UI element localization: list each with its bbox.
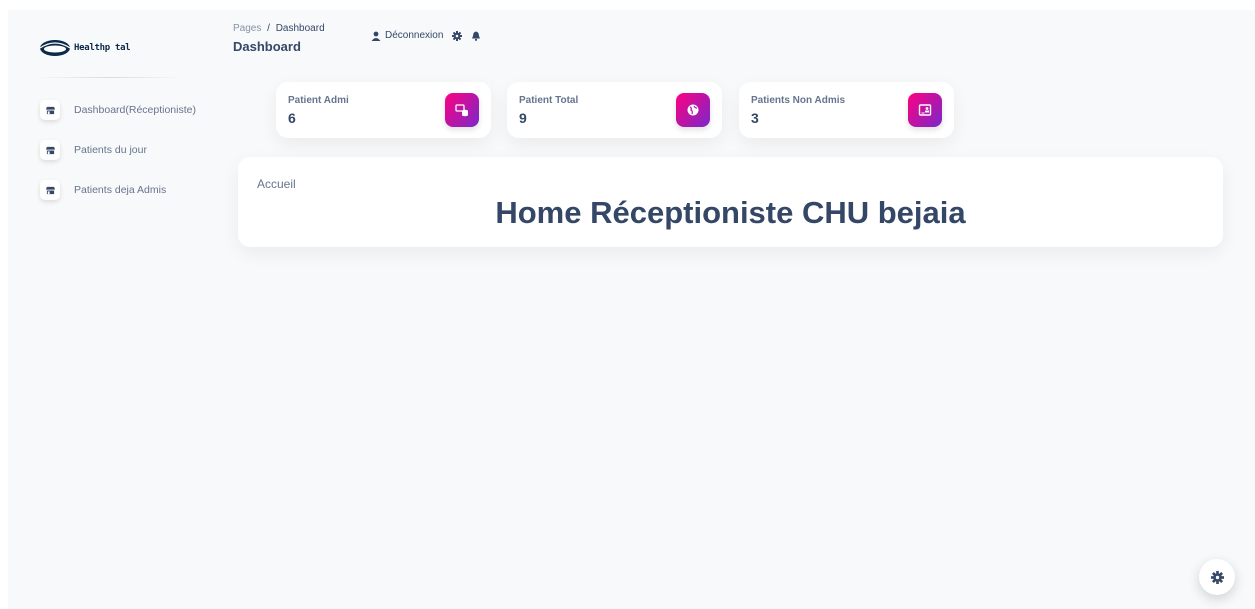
sidebar-item-patients-du-jour[interactable]: Patients du jour xyxy=(40,138,196,162)
sidebar-item-label: Dashboard(Réceptioniste) xyxy=(74,104,196,116)
contact-card-icon xyxy=(908,93,942,127)
stat-card-patient-admi: Patient Admi 6 xyxy=(276,82,491,138)
logout-link[interactable]: Déconnexion xyxy=(371,30,443,41)
app-container: Healthp tal Dashboard(Réceptioniste) Pat… xyxy=(8,10,1255,609)
globe-icon xyxy=(676,93,710,127)
logout-label: Déconnexion xyxy=(385,30,444,41)
shop-icon xyxy=(40,100,60,120)
home-panel: Accueil Home Réceptioniste CHU bejaia xyxy=(238,157,1223,247)
brand-name: Healthp tal xyxy=(74,43,131,53)
sidebar-item-label: Patients du jour xyxy=(74,144,147,156)
sidebar-item-dashboard[interactable]: Dashboard(Réceptioniste) xyxy=(40,98,196,122)
shop-icon xyxy=(40,180,60,200)
user-icon xyxy=(371,31,381,41)
breadcrumb-separator: / xyxy=(267,23,270,34)
sidebar-item-patients-deja-admis[interactable]: Patients deja Admis xyxy=(40,178,196,202)
floating-settings-button[interactable] xyxy=(1199,559,1235,595)
brand[interactable]: Healthp tal xyxy=(38,38,131,58)
shop-icon xyxy=(40,140,60,160)
stat-card-value: 6 xyxy=(288,110,296,126)
breadcrumb-pages-link[interactable]: Pages xyxy=(233,23,261,34)
gear-icon xyxy=(1210,570,1224,584)
stat-card-patient-total: Patient Total 9 xyxy=(507,82,722,138)
settings-button[interactable] xyxy=(452,30,463,41)
stat-card-label: Patients Non Admis xyxy=(751,95,846,106)
sidebar-nav: Dashboard(Réceptioniste) Patients du jou… xyxy=(40,98,196,218)
bell-icon xyxy=(472,31,481,41)
sidebar-divider xyxy=(34,77,184,78)
gear-icon xyxy=(452,30,463,41)
database-icon xyxy=(445,93,479,127)
brand-logo-icon xyxy=(39,40,71,56)
stat-card-label: Patient Total xyxy=(519,95,579,106)
sidebar: Healthp tal Dashboard(Réceptioniste) Pat… xyxy=(8,10,230,609)
sidebar-item-label: Patients deja Admis xyxy=(74,184,167,196)
breadcrumb: Pages / Dashboard xyxy=(233,23,325,34)
panel-label: Accueil xyxy=(257,177,296,191)
stat-card-value: 9 xyxy=(519,110,527,126)
panel-heading: Home Réceptioniste CHU bejaia xyxy=(495,195,966,230)
stat-card-patients-non-admis: Patients Non Admis 3 xyxy=(739,82,954,138)
page-title: Dashboard xyxy=(233,39,301,54)
stat-card-value: 3 xyxy=(751,110,759,126)
breadcrumb-current: Dashboard xyxy=(275,23,325,34)
notifications-button[interactable] xyxy=(471,31,481,41)
stat-card-label: Patient Admi xyxy=(288,95,349,106)
top-nav: Déconnexion xyxy=(371,30,481,41)
